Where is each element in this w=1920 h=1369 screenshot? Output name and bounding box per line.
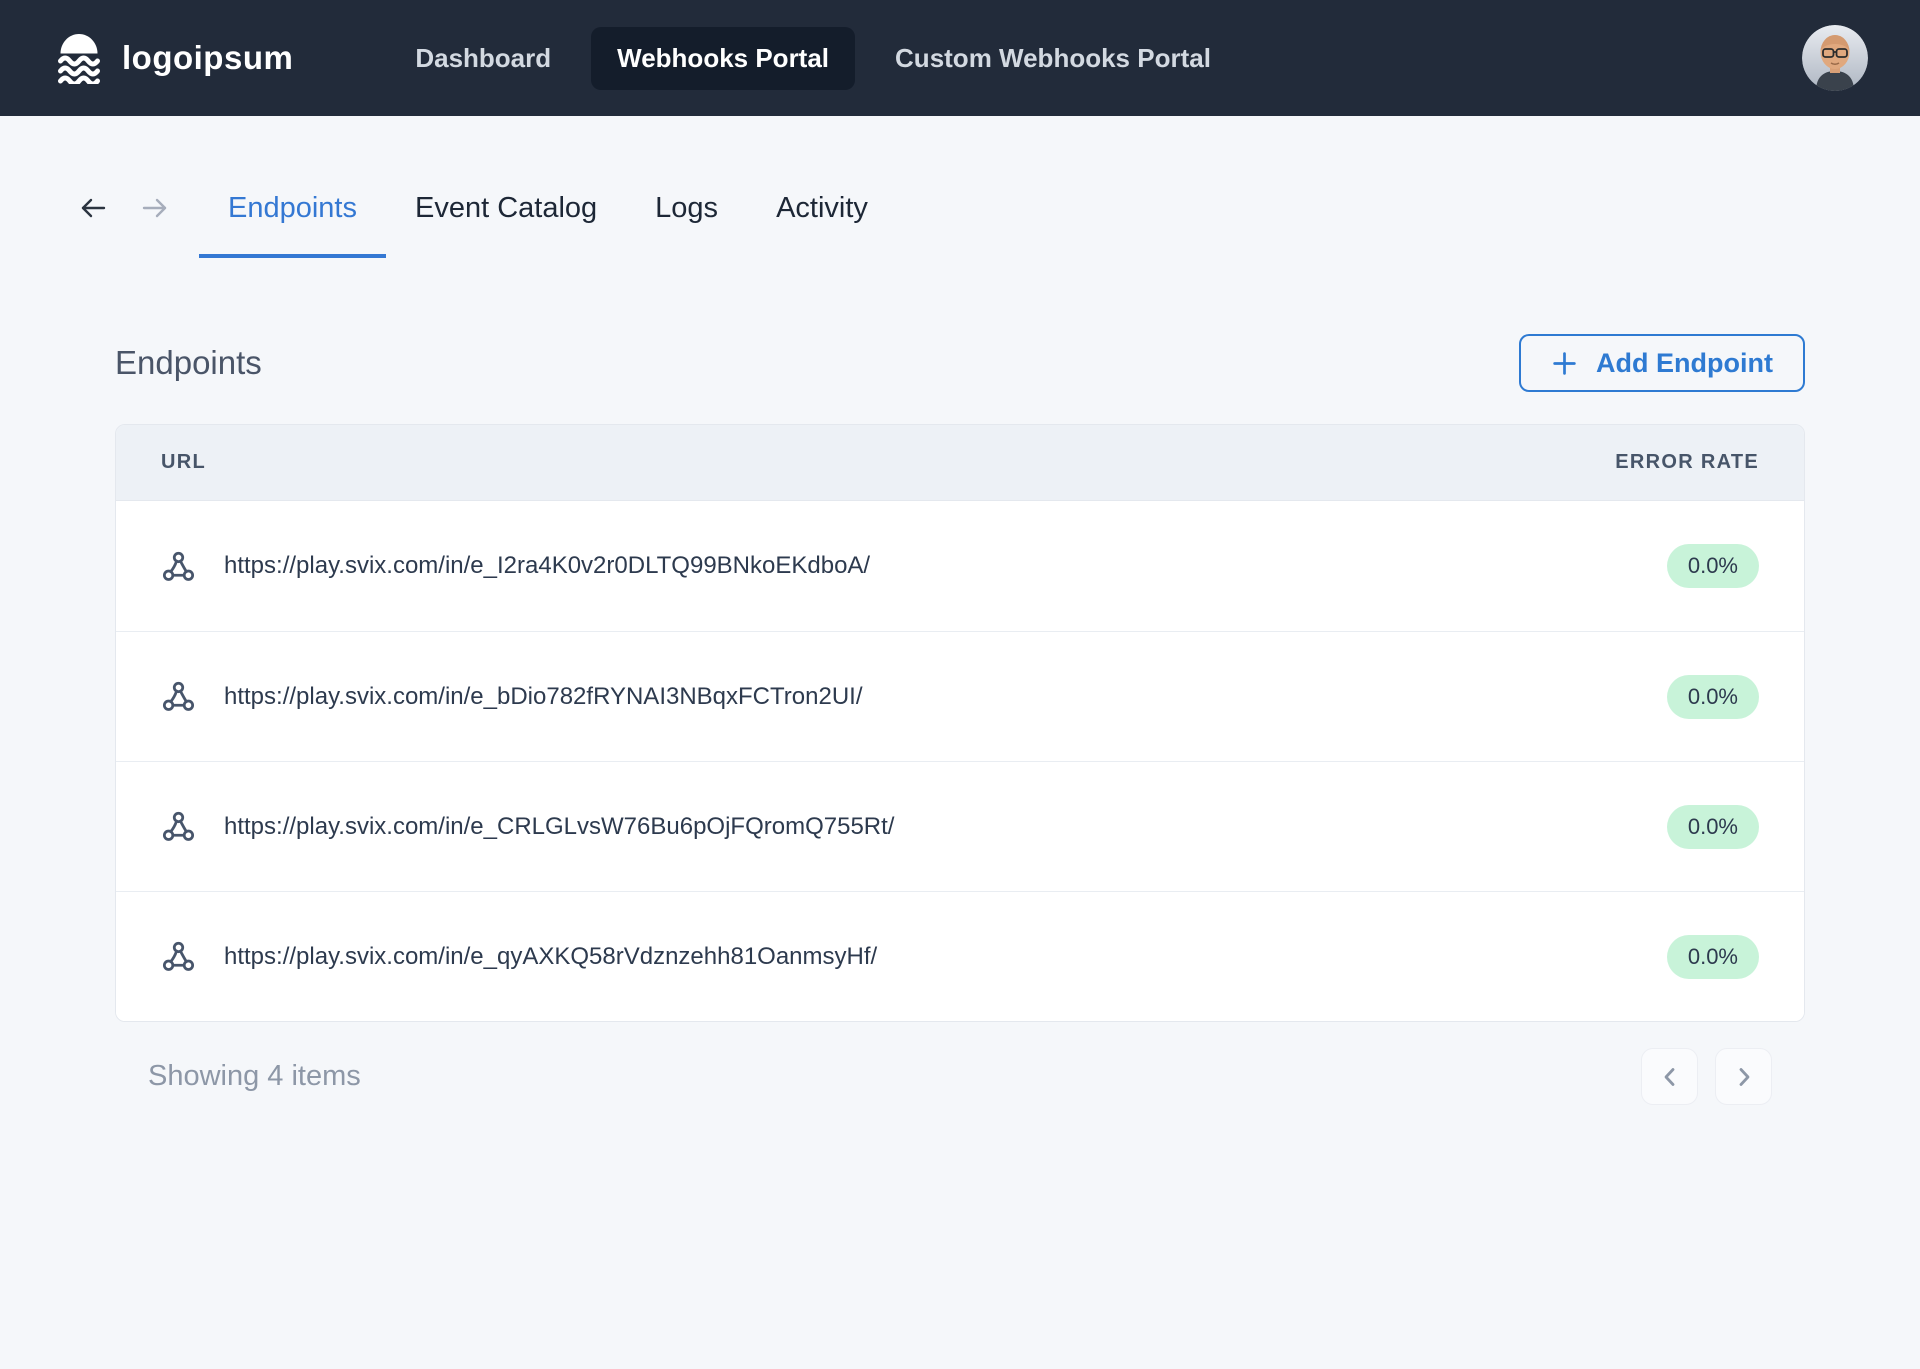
table-row[interactable]: https://play.svix.com/in/e_I2ra4K0v2r0DL… xyxy=(116,501,1804,631)
webhook-icon xyxy=(161,549,196,584)
table-row[interactable]: https://play.svix.com/in/e_bDio782fRYNAI… xyxy=(116,631,1804,761)
back-button[interactable] xyxy=(75,188,111,228)
tab-logs[interactable]: Logs xyxy=(626,188,747,258)
column-header-error-rate: ERROR RATE xyxy=(1615,451,1759,474)
user-avatar[interactable] xyxy=(1802,25,1868,91)
endpoint-url: https://play.svix.com/in/e_bDio782fRYNAI… xyxy=(224,683,862,711)
webhook-icon xyxy=(161,809,196,844)
row-url-cell: https://play.svix.com/in/e_qyAXKQ58rVdzn… xyxy=(161,939,877,974)
endpoints-table: URL ERROR RATE https://play.svix.com/in/… xyxy=(115,424,1805,1022)
webhook-icon xyxy=(161,939,196,974)
logo-waves-icon xyxy=(52,32,106,84)
arrow-right-icon xyxy=(138,191,172,225)
arrow-left-icon xyxy=(76,191,110,225)
table-row[interactable]: https://play.svix.com/in/e_CRLGLvsW76Bu6… xyxy=(116,761,1804,891)
top-navbar: logoipsum Dashboard Webhooks Portal Cust… xyxy=(0,0,1920,116)
endpoints-page: Endpoints Add Endpoint URL ERROR RATE xyxy=(115,334,1805,1105)
error-rate-badge: 0.0% xyxy=(1667,675,1759,719)
error-rate-badge: 0.0% xyxy=(1667,544,1759,588)
table-row[interactable]: https://play.svix.com/in/e_qyAXKQ58rVdzn… xyxy=(116,891,1804,1021)
main-nav: Dashboard Webhooks Portal Custom Webhook… xyxy=(389,27,1237,90)
brand-logo[interactable]: logoipsum xyxy=(52,32,293,84)
nav-item-dashboard[interactable]: Dashboard xyxy=(389,27,577,90)
row-url-cell: https://play.svix.com/in/e_CRLGLvsW76Bu6… xyxy=(161,809,894,844)
forward-button[interactable] xyxy=(137,188,173,228)
endpoint-url: https://play.svix.com/in/e_I2ra4K0v2r0DL… xyxy=(224,552,870,580)
items-count-label: Showing 4 items xyxy=(148,1060,361,1093)
table-footer: Showing 4 items xyxy=(115,1048,1805,1105)
previous-page-button[interactable] xyxy=(1641,1048,1698,1105)
pagination xyxy=(1641,1048,1772,1105)
nav-item-custom-webhooks-portal[interactable]: Custom Webhooks Portal xyxy=(869,27,1237,90)
next-page-button[interactable] xyxy=(1715,1048,1772,1105)
page-head: Endpoints Add Endpoint xyxy=(115,334,1805,392)
endpoint-url: https://play.svix.com/in/e_qyAXKQ58rVdzn… xyxy=(224,943,877,971)
endpoint-url: https://play.svix.com/in/e_CRLGLvsW76Bu6… xyxy=(224,813,894,841)
page-title: Endpoints xyxy=(115,344,262,382)
add-endpoint-button[interactable]: Add Endpoint xyxy=(1519,334,1805,392)
chevron-left-icon xyxy=(1657,1064,1683,1090)
add-endpoint-label: Add Endpoint xyxy=(1596,348,1773,379)
plus-icon xyxy=(1551,350,1578,377)
chevron-right-icon xyxy=(1731,1064,1757,1090)
error-rate-badge: 0.0% xyxy=(1667,935,1759,979)
tabs: Endpoints Event Catalog Logs Activity xyxy=(199,188,897,258)
error-rate-badge: 0.0% xyxy=(1667,805,1759,849)
tab-event-catalog[interactable]: Event Catalog xyxy=(386,188,626,258)
column-header-url: URL xyxy=(161,451,206,474)
row-url-cell: https://play.svix.com/in/e_I2ra4K0v2r0DL… xyxy=(161,549,870,584)
portal-tabbar: Endpoints Event Catalog Logs Activity xyxy=(75,188,1920,258)
brand-name: logoipsum xyxy=(122,39,293,77)
webhook-icon xyxy=(161,679,196,714)
table-header: URL ERROR RATE xyxy=(116,425,1804,501)
tab-activity[interactable]: Activity xyxy=(747,188,897,258)
nav-item-webhooks-portal[interactable]: Webhooks Portal xyxy=(591,27,855,90)
row-url-cell: https://play.svix.com/in/e_bDio782fRYNAI… xyxy=(161,679,862,714)
tab-endpoints[interactable]: Endpoints xyxy=(199,188,386,258)
